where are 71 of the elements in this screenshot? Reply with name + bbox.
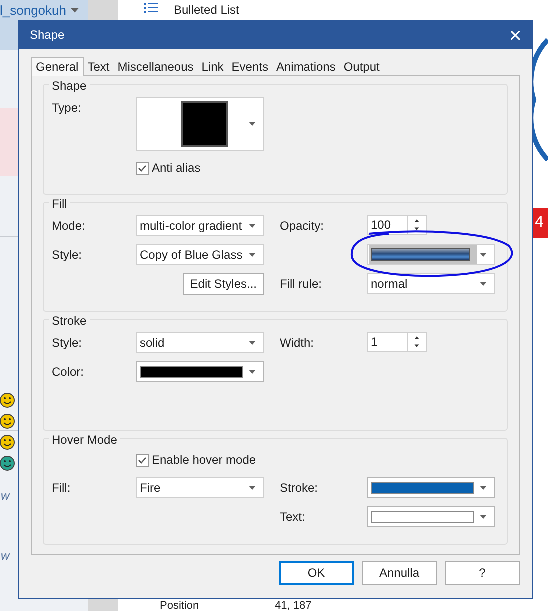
number-badge: 4 (533, 208, 548, 238)
field-label: Fill: (52, 481, 71, 495)
caret-icon (249, 370, 256, 374)
tab[interactable]: Events (228, 58, 272, 75)
dropdown[interactable]: Copy of Blue Glass (136, 244, 264, 265)
dropdown-value: Fire (140, 480, 161, 496)
gradient-dropdown[interactable] (367, 244, 495, 265)
checkbox[interactable]: Anti alias (136, 159, 264, 177)
dropdown[interactable]: Fire (136, 477, 264, 498)
dropdown-value: multi-color gradient (140, 218, 242, 234)
number-field[interactable]: 1 (367, 332, 408, 352)
smiley-icon (0, 456, 15, 471)
dialog-button[interactable]: OK (279, 561, 354, 585)
edit-styles-button[interactable]: Edit Styles... (183, 273, 264, 295)
field-label: Width: (280, 336, 314, 350)
field-label: Style: (52, 336, 82, 350)
field-label: Stroke: (280, 481, 318, 495)
color-dropdown[interactable] (136, 361, 264, 382)
spin-arrows-icon[interactable] (408, 332, 427, 352)
tab[interactable]: Miscellaneous (114, 58, 198, 75)
dialog-button[interactable]: ? (445, 561, 520, 585)
dropdown-value: normal (371, 276, 408, 292)
text-fragment: w (1, 488, 10, 505)
caret-icon (249, 224, 256, 228)
color-dropdown[interactable] (367, 506, 495, 527)
checkbox-box[interactable] (136, 454, 149, 466)
shape-picker[interactable] (136, 97, 264, 151)
caret-icon (249, 486, 256, 490)
field-label: Type: (52, 101, 82, 115)
smiley-icon (0, 414, 15, 429)
field-label: Style: (52, 248, 82, 262)
dropdown[interactable]: multi-color gradient (136, 215, 264, 236)
dialog-button[interactable]: Annulla (362, 561, 437, 585)
tab[interactable]: Link (198, 58, 228, 75)
dropdown-value: solid (140, 334, 165, 352)
close-icon[interactable] (511, 30, 520, 40)
user-menu[interactable]: l_songokuh (0, 1, 78, 20)
field-label: Fill rule: (280, 277, 322, 291)
tab[interactable]: Animations (272, 58, 340, 75)
smiley-icon (0, 393, 15, 408)
property-name: Position (160, 599, 200, 611)
circle-arc-icon (532, 38, 548, 162)
checkbox[interactable]: Enable hover mode (136, 451, 264, 469)
list-icon (144, 2, 158, 14)
tab[interactable]: General (31, 57, 84, 76)
dropdown[interactable]: normal (367, 273, 495, 294)
smiley-icon (0, 435, 15, 450)
caret-icon (249, 340, 256, 344)
caret-icon (249, 252, 256, 256)
caret-icon (249, 122, 256, 126)
field-label: Opacity: (280, 219, 324, 233)
tab[interactable]: Text (84, 58, 114, 75)
text-fragment: w (1, 548, 10, 565)
field-label: Mode: (52, 219, 86, 233)
field-label: Text: (280, 510, 306, 524)
window-title: Shape (30, 27, 65, 44)
list-item[interactable]: Bulleted List (174, 1, 240, 19)
field-label: Color: (52, 365, 84, 379)
checkbox-box[interactable] (136, 162, 149, 174)
dropdown-value: Copy of Blue Glass (140, 246, 243, 264)
tab[interactable]: Output (340, 58, 384, 75)
caret-icon (480, 252, 487, 256)
caret-icon (480, 282, 487, 286)
caret-icon (480, 486, 487, 490)
caret-icon (480, 514, 487, 518)
color-dropdown[interactable] (367, 477, 495, 498)
dropdown[interactable]: solid (136, 332, 264, 353)
property-value: 41, 187 (275, 599, 312, 611)
caret-icon (70, 8, 78, 14)
square-preview (181, 101, 228, 147)
spin-arrows-icon[interactable] (408, 215, 427, 235)
